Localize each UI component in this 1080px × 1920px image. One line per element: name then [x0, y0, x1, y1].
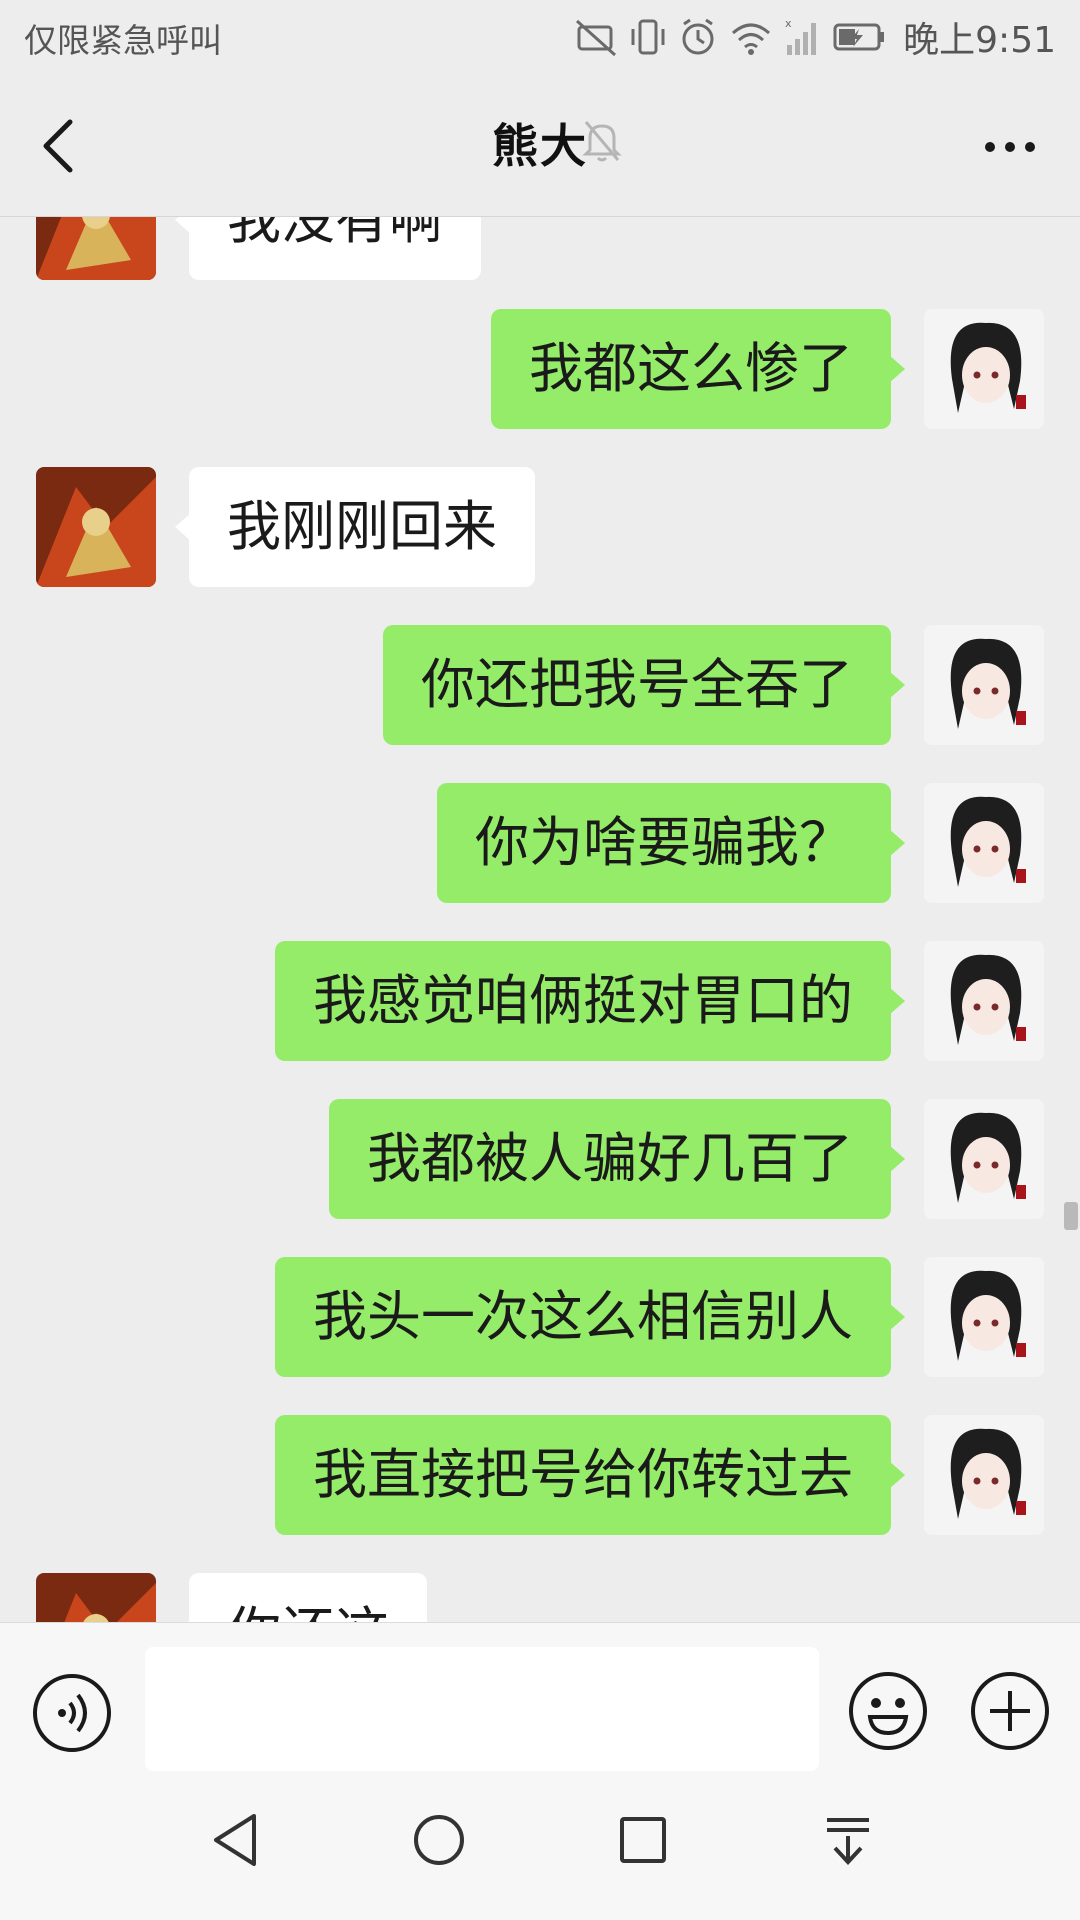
- plus-circle-icon[interactable]: [968, 1669, 1052, 1757]
- no-sim-icon: [575, 17, 617, 57]
- message-list[interactable]: 我没有啊 我都这么惨了 我刚刚回来 你还把我号全吞了 你为啥要骗我？ 我感觉咱俩…: [0, 217, 1080, 1622]
- message-bubble[interactable]: 我都被人骗好几百了: [329, 1099, 905, 1219]
- my-avatar[interactable]: [924, 783, 1044, 903]
- status-time: 晚上9:51: [903, 20, 1056, 61]
- contact-avatar[interactable]: [36, 1573, 156, 1622]
- vibrate-icon: [629, 17, 667, 57]
- status-icons: x 晚上9:51: [575, 12, 1056, 62]
- my-avatar[interactable]: [924, 941, 1044, 1061]
- chat-title: 熊大: [492, 119, 588, 173]
- my-avatar[interactable]: [924, 1415, 1044, 1535]
- scrollbar-thumb[interactable]: [1064, 1202, 1078, 1230]
- nav-notification-icon[interactable]: [823, 1810, 873, 1874]
- message-bubble[interactable]: 你为啥要骗我？: [437, 783, 905, 903]
- my-avatar[interactable]: [924, 309, 1044, 429]
- message-bubble[interactable]: 我直接把号给你转过去: [275, 1415, 905, 1535]
- message-bubble[interactable]: 你还这: [175, 1573, 427, 1622]
- contact-avatar[interactable]: [36, 217, 156, 280]
- message-bubble[interactable]: 我感觉咱俩挺对胃口的: [275, 941, 905, 1061]
- chat-header: 熊大: [0, 76, 1080, 217]
- message-input[interactable]: [145, 1647, 819, 1771]
- svg-text:x: x: [785, 17, 792, 30]
- status-bar: 仅限紧急呼叫 x 晚上9:51: [0, 0, 1080, 76]
- my-avatar[interactable]: [924, 1257, 1044, 1377]
- more-dots-icon[interactable]: [980, 132, 1040, 162]
- message-bubble[interactable]: 我都这么惨了: [491, 309, 905, 429]
- message-bubble[interactable]: 我刚刚回来: [175, 467, 535, 587]
- nav-recents-icon[interactable]: [617, 1810, 667, 1874]
- bell-muted-icon: [580, 118, 624, 168]
- signal-icon: x: [785, 17, 821, 57]
- my-avatar[interactable]: [924, 1099, 1044, 1219]
- nav-back-icon[interactable]: [210, 1810, 260, 1874]
- my-avatar[interactable]: [924, 625, 1044, 745]
- carrier-text: 仅限紧急呼叫: [24, 21, 222, 60]
- input-bar: [0, 1622, 1080, 1781]
- battery-charging-icon: [833, 17, 887, 57]
- contact-avatar[interactable]: [36, 467, 156, 587]
- emoji-icon[interactable]: [846, 1669, 930, 1757]
- alarm-icon: [679, 17, 717, 57]
- nav-home-icon[interactable]: [412, 1810, 466, 1874]
- voice-icon[interactable]: [30, 1671, 114, 1759]
- message-bubble[interactable]: 我没有啊: [175, 217, 481, 280]
- system-nav-bar: [0, 1780, 1080, 1920]
- message-bubble[interactable]: 你还把我号全吞了: [383, 625, 905, 745]
- wifi-icon: [729, 17, 773, 57]
- message-bubble[interactable]: 我头一次这么相信别人: [275, 1257, 905, 1377]
